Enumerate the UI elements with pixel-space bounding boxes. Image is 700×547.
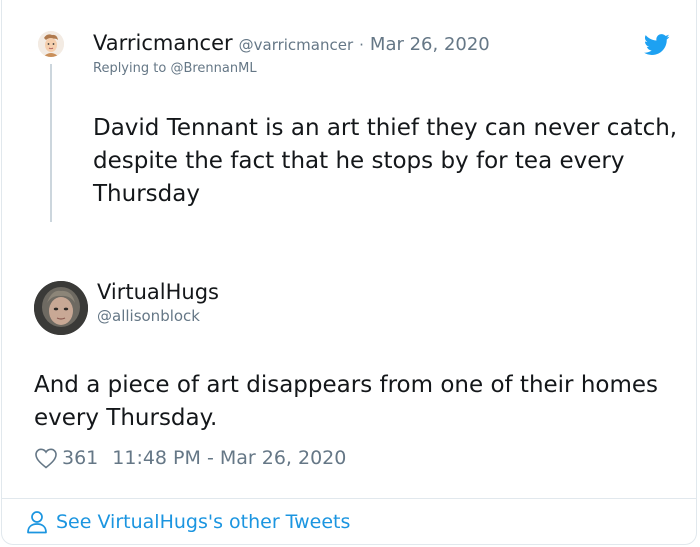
see-other-tweets-link[interactable]: See VirtualHugs's other Tweets: [26, 510, 350, 534]
header-separator: ·: [359, 36, 364, 54]
main-tweet-text: And a piece of art disappears from one o…: [34, 372, 659, 431]
tweet-embed-card: Varricmancer @varricmancer · Mar 26, 202…: [1, 0, 697, 545]
main-avatar[interactable]: [34, 281, 88, 335]
replying-prefix: Replying to: [93, 61, 167, 76]
like-count[interactable]: 361: [62, 447, 98, 469]
cartoon-avatar-icon: [38, 31, 64, 57]
parent-author-name[interactable]: Varricmancer: [93, 31, 233, 55]
parent-tweet-date[interactable]: Mar 26, 2020: [370, 34, 490, 55]
footer-divider: [2, 498, 696, 499]
person-icon: [27, 511, 47, 534]
thread-connector-line: [50, 64, 52, 222]
main-author-name[interactable]: VirtualHugs: [97, 280, 219, 304]
tweet-meta-row: 361 11:48 PM - Mar 26, 2020: [34, 447, 346, 469]
heart-icon[interactable]: [34, 447, 58, 469]
main-author-handle[interactable]: @allisonblock: [97, 307, 200, 325]
parent-avatar[interactable]: [38, 31, 64, 57]
replying-to-line: Replying to @BrennanML: [93, 61, 257, 76]
twitter-bird-icon[interactable]: [644, 34, 670, 56]
replying-to-mention[interactable]: @BrennanML: [170, 61, 256, 76]
parent-author-handle[interactable]: @varricmancer: [239, 36, 354, 54]
photo-avatar-icon: [34, 281, 88, 335]
parent-tweet-text: David Tennant is an art thief they can n…: [93, 115, 678, 207]
parent-tweet-header: Varricmancer @varricmancer · Mar 26, 202…: [93, 31, 490, 55]
tweet-timestamp[interactable]: 11:48 PM - Mar 26, 2020: [112, 447, 346, 469]
see-other-tweets-label: See VirtualHugs's other Tweets: [56, 511, 351, 533]
